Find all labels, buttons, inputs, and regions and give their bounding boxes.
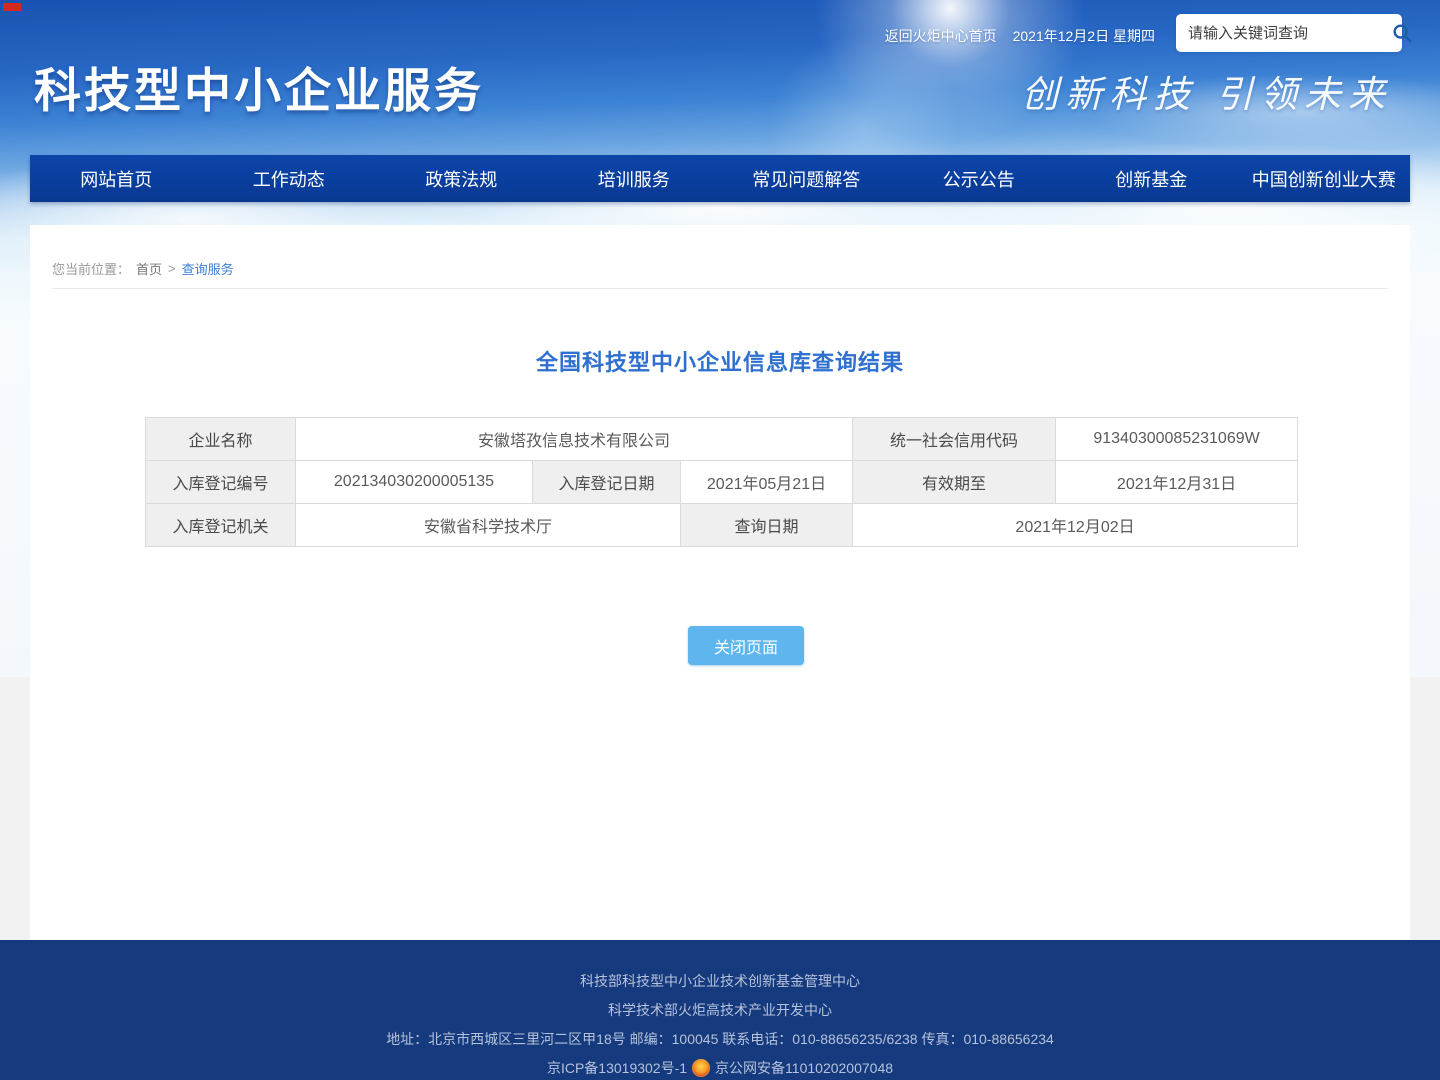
- footer-org-line-1: 科技部科技型中小企业技术创新基金管理中心: [580, 971, 860, 991]
- content-card: 您当前位置： 首页 > 查询服务 全国科技型中小企业信息库查询结果 企业名称 安…: [30, 225, 1410, 940]
- footer-address-line: 地址：北京市西城区三里河二区甲18号 邮编：100045 联系电话：010-88…: [386, 1029, 1054, 1049]
- table-row: 入库登记编号 202134030200005135 入库登记日期 2021年05…: [146, 461, 1298, 504]
- footer-org-line-2: 科学技术部火炬高技术产业开发中心: [608, 1000, 832, 1020]
- footer-icp-line: 京ICP备13019302号-1 京公网安备11010202007048: [547, 1058, 893, 1078]
- page-footer: 科技部科技型中小企业技术创新基金管理中心 科学技术部火炬高技术产业开发中心 地址…: [0, 940, 1440, 1080]
- breadcrumb-separator: >: [168, 261, 176, 276]
- site-slogan: 创新科技 引领未来: [1021, 64, 1392, 118]
- nav-item-training[interactable]: 培训服务: [548, 155, 721, 202]
- search-button[interactable]: [1391, 14, 1413, 52]
- corner-red-flag: [3, 3, 21, 11]
- table-row: 企业名称 安徽塔孜信息技术有限公司 统一社会信用代码 9134030008523…: [146, 418, 1298, 461]
- nav-item-news[interactable]: 工作动态: [203, 155, 376, 202]
- search-icon: [1391, 22, 1413, 44]
- credit-code-label: 统一社会信用代码: [853, 418, 1056, 461]
- nav-item-announcements[interactable]: 公示公告: [893, 155, 1066, 202]
- query-result-table: 企业名称 安徽塔孜信息技术有限公司 统一社会信用代码 9134030008523…: [145, 417, 1298, 547]
- main-navigation: 网站首页 工作动态 政策法规 培训服务 常见问题解答 公示公告 创新基金 中国创…: [30, 155, 1410, 202]
- company-name-label: 企业名称: [146, 418, 296, 461]
- reg-number-value: 202134030200005135: [296, 461, 533, 504]
- breadcrumb-current-link[interactable]: 查询服务: [182, 259, 234, 278]
- reg-date-label: 入库登记日期: [533, 461, 681, 504]
- breadcrumb-divider: [52, 288, 1388, 289]
- nav-item-innovation-fund[interactable]: 创新基金: [1065, 155, 1238, 202]
- back-to-torch-center-link[interactable]: 返回火炬中心首页: [885, 26, 997, 46]
- breadcrumb-prefix: 您当前位置：: [52, 259, 130, 278]
- valid-until-value: 2021年12月31日: [1056, 461, 1298, 504]
- valid-until-label: 有效期至: [853, 461, 1056, 504]
- credit-code-value: 91340300085231069W: [1056, 418, 1298, 461]
- breadcrumb: 您当前位置： 首页 > 查询服务: [52, 259, 234, 278]
- table-row: 入库登记机关 安徽省科学技术厅 查询日期 2021年12月02日: [146, 504, 1298, 547]
- reg-date-value: 2021年05月21日: [681, 461, 853, 504]
- company-name-value: 安徽塔孜信息技术有限公司: [296, 418, 853, 461]
- breadcrumb-home-link[interactable]: 首页: [136, 259, 162, 278]
- reg-number-label: 入库登记编号: [146, 461, 296, 504]
- site-logo: 科技型中小企业服务: [34, 52, 484, 121]
- nav-item-faq[interactable]: 常见问题解答: [720, 155, 893, 202]
- nav-item-policies[interactable]: 政策法规: [375, 155, 548, 202]
- icp-license-link[interactable]: 京ICP备13019302号-1: [547, 1058, 687, 1078]
- search-input[interactable]: [1176, 25, 1391, 42]
- page-title: 全国科技型中小企业信息库查询结果: [30, 345, 1410, 377]
- reg-authority-value: 安徽省科学技术厅: [296, 504, 681, 547]
- query-date-value: 2021年12月02日: [853, 504, 1298, 547]
- top-utility-bar: 返回火炬中心首页 2021年12月2日 星期四: [885, 26, 1155, 46]
- police-badge-icon: [692, 1059, 710, 1077]
- nav-item-competition[interactable]: 中国创新创业大赛: [1238, 155, 1411, 202]
- nav-item-home[interactable]: 网站首页: [30, 155, 203, 202]
- search-box: [1176, 14, 1402, 52]
- query-date-label: 查询日期: [681, 504, 853, 547]
- close-page-button[interactable]: 关闭页面: [688, 626, 804, 665]
- police-record-link[interactable]: 京公网安备11010202007048: [715, 1058, 893, 1078]
- current-date: 2021年12月2日 星期四: [1013, 26, 1155, 46]
- reg-authority-label: 入库登记机关: [146, 504, 296, 547]
